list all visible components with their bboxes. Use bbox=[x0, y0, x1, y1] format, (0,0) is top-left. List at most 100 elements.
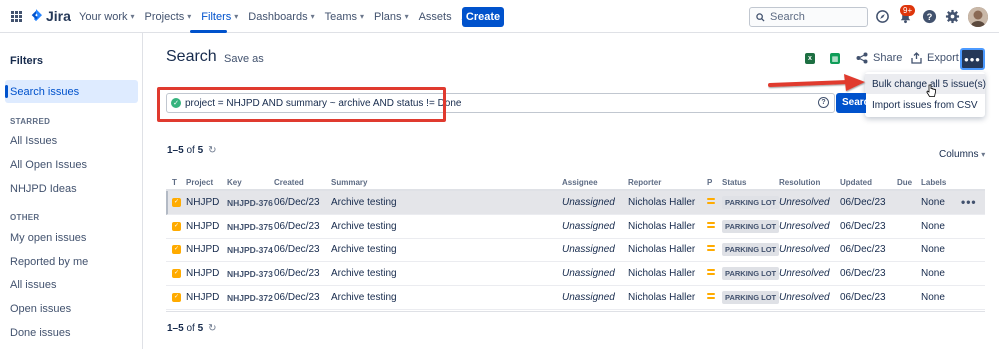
resolution-cell: Unresolved bbox=[779, 197, 830, 208]
export-button[interactable]: Export bbox=[911, 52, 959, 64]
top-navigation: Jira Your work ▾ Projects ▾ Filters ▾ Dashboar… bbox=[0, 0, 999, 33]
nav-item-label: Projects bbox=[144, 10, 185, 23]
column-header-project[interactable]: Project bbox=[186, 178, 213, 187]
nav-item-teams[interactable]: Teams ▾ bbox=[325, 11, 364, 23]
avatar-image bbox=[968, 7, 988, 27]
gear-icon[interactable] bbox=[945, 9, 960, 24]
labels-cell: None bbox=[921, 292, 945, 303]
column-header-p[interactable]: P bbox=[707, 178, 712, 187]
refresh-icon[interactable]: ↻ bbox=[208, 145, 216, 156]
compass-icon[interactable] bbox=[875, 9, 890, 24]
app-switcher-icon[interactable] bbox=[11, 11, 22, 22]
column-header-resolution[interactable]: Resolution bbox=[779, 178, 820, 187]
table-row[interactable]: ✓ NHJPD NHJPD-373 06/Dec/23 Archive testing U… bbox=[166, 262, 985, 286]
column-header-status[interactable]: Status bbox=[722, 178, 746, 187]
sidebar-item-search-issues[interactable]: Search issues bbox=[10, 86, 79, 98]
chevron-down-icon: ▾ bbox=[234, 12, 239, 21]
excel-icon[interactable]: x bbox=[805, 53, 815, 64]
sidebar-section-starred: STARRED bbox=[10, 117, 51, 126]
share-icon bbox=[856, 52, 868, 64]
status-badge[interactable]: PARKING LOT bbox=[722, 220, 780, 233]
column-header-reporter[interactable]: Reporter bbox=[628, 178, 661, 187]
column-header-labels[interactable]: Labels bbox=[921, 178, 946, 187]
table-row[interactable]: ✓ NHJPD NHJPD-374 06/Dec/23 Archive testing U… bbox=[166, 238, 985, 262]
notification-badge: 9+ bbox=[900, 5, 916, 16]
google-sheets-icon[interactable]: ▦ bbox=[830, 53, 840, 64]
nav-items: Your work ▾ Projects ▾ Filters ▾ Dashboards ▾ Te… bbox=[79, 0, 504, 33]
share-label: Share bbox=[873, 52, 903, 64]
share-button[interactable]: Share bbox=[856, 52, 902, 64]
more-actions-button[interactable]: ••• bbox=[960, 48, 985, 70]
column-header-assignee[interactable]: Assignee bbox=[562, 178, 598, 187]
table-row[interactable]: ✓ NHJPD NHJPD-376 06/Dec/23 Archive testing U… bbox=[166, 191, 985, 215]
status-badge[interactable]: PARKING LOT bbox=[722, 267, 780, 280]
sidebar-item-open-issues[interactable]: Open issues bbox=[10, 303, 71, 315]
sidebar-item-all-issues-starred[interactable]: All Issues bbox=[10, 135, 57, 147]
columns-button[interactable]: Columns ▾ bbox=[939, 149, 985, 160]
table-row[interactable]: ✓ NHJPD NHJPD-375 06/Dec/23 Archive testing U… bbox=[166, 215, 985, 239]
status-badge[interactable]: PARKING LOT bbox=[722, 291, 780, 304]
save-as-button[interactable]: Save as bbox=[224, 53, 264, 65]
results-range-bottom: 1–5 bbox=[167, 323, 184, 334]
row-actions-icon[interactable]: ••• bbox=[961, 195, 977, 209]
refresh-icon[interactable]: ↻ bbox=[208, 323, 216, 334]
jira-logo[interactable]: Jira bbox=[30, 8, 71, 24]
sidebar-item-nhjpd-ideas[interactable]: NHJPD Ideas bbox=[10, 183, 77, 195]
nav-item-filters[interactable]: Filters ▾ bbox=[201, 11, 238, 23]
jql-help-icon[interactable]: ? bbox=[818, 97, 829, 108]
reporter-cell: Nicholas Haller bbox=[628, 268, 696, 279]
chevron-down-icon: ▾ bbox=[360, 12, 365, 21]
nav-item-plans[interactable]: Plans ▾ bbox=[374, 11, 409, 23]
summary-link[interactable]: Archive testing bbox=[331, 268, 397, 279]
nav-item-assets[interactable]: Assets bbox=[419, 11, 452, 23]
assignee-cell: Unassigned bbox=[562, 221, 615, 232]
priority-medium-icon bbox=[707, 269, 715, 277]
export-icon bbox=[911, 52, 922, 64]
labels-cell: None bbox=[921, 221, 945, 232]
nav-item-projects[interactable]: Projects ▾ bbox=[145, 11, 192, 23]
created-cell: 06/Dec/23 bbox=[274, 197, 320, 208]
status-badge[interactable]: PARKING LOT bbox=[722, 243, 780, 256]
results-range: 1–5 bbox=[167, 145, 184, 156]
column-header-key[interactable]: Key bbox=[227, 178, 242, 187]
sidebar-item-done-issues[interactable]: Done issues bbox=[10, 327, 71, 339]
summary-link[interactable]: Archive testing bbox=[331, 221, 397, 232]
more-icon: ••• bbox=[964, 51, 981, 67]
column-header-created[interactable]: Created bbox=[274, 178, 304, 187]
nav-item-label: Plans bbox=[374, 10, 402, 23]
help-icon[interactable]: ? bbox=[922, 9, 937, 24]
column-header-summary[interactable]: Summary bbox=[331, 178, 367, 187]
column-header-due[interactable]: Due bbox=[897, 178, 912, 187]
project-cell: NHJPD bbox=[186, 197, 220, 208]
table-row[interactable]: ✓ NHJPD NHJPD-372 06/Dec/23 Archive testing U… bbox=[166, 286, 985, 310]
summary-link[interactable]: Archive testing bbox=[331, 244, 397, 255]
global-search-input[interactable]: Search bbox=[749, 7, 868, 27]
issue-key-link[interactable]: NHJPD-372 bbox=[227, 293, 273, 303]
status-badge[interactable]: PARKING LOT bbox=[722, 196, 780, 209]
reporter-cell: Nicholas Haller bbox=[628, 221, 696, 232]
nav-item-dashboards[interactable]: Dashboards ▾ bbox=[248, 11, 314, 23]
summary-link[interactable]: Archive testing bbox=[331, 197, 397, 208]
avatar[interactable] bbox=[968, 7, 988, 27]
sidebar-item-my-open-issues[interactable]: My open issues bbox=[10, 232, 86, 244]
search-icon bbox=[756, 12, 765, 22]
issue-key-link[interactable]: NHJPD-376 bbox=[227, 198, 273, 208]
chevron-down-icon: ▾ bbox=[404, 12, 409, 21]
issue-key-link[interactable]: NHJPD-375 bbox=[227, 222, 273, 232]
sidebar-item-reported-by-me[interactable]: Reported by me bbox=[10, 256, 88, 268]
sidebar-item-all-issues[interactable]: All issues bbox=[10, 279, 56, 291]
issue-key-link[interactable]: NHJPD-373 bbox=[227, 269, 273, 279]
nav-item-your-work[interactable]: Your work ▾ bbox=[79, 11, 135, 23]
reporter-cell: Nicholas Haller bbox=[628, 292, 696, 303]
column-header-updated[interactable]: Updated bbox=[840, 178, 872, 187]
search-button[interactable]: Search bbox=[836, 93, 866, 113]
resolution-cell: Unresolved bbox=[779, 292, 830, 303]
issue-key-link[interactable]: NHJPD-374 bbox=[227, 245, 273, 255]
summary-link[interactable]: Archive testing bbox=[331, 292, 397, 303]
column-header-t[interactable]: T bbox=[172, 178, 177, 187]
sidebar-item-all-open-issues[interactable]: All Open Issues bbox=[10, 159, 87, 171]
export-label: Export bbox=[927, 52, 959, 64]
priority-medium-icon bbox=[707, 198, 715, 206]
menu-item-import-csv[interactable]: Import issues from CSV bbox=[872, 100, 978, 111]
create-button[interactable]: Create bbox=[462, 7, 504, 27]
